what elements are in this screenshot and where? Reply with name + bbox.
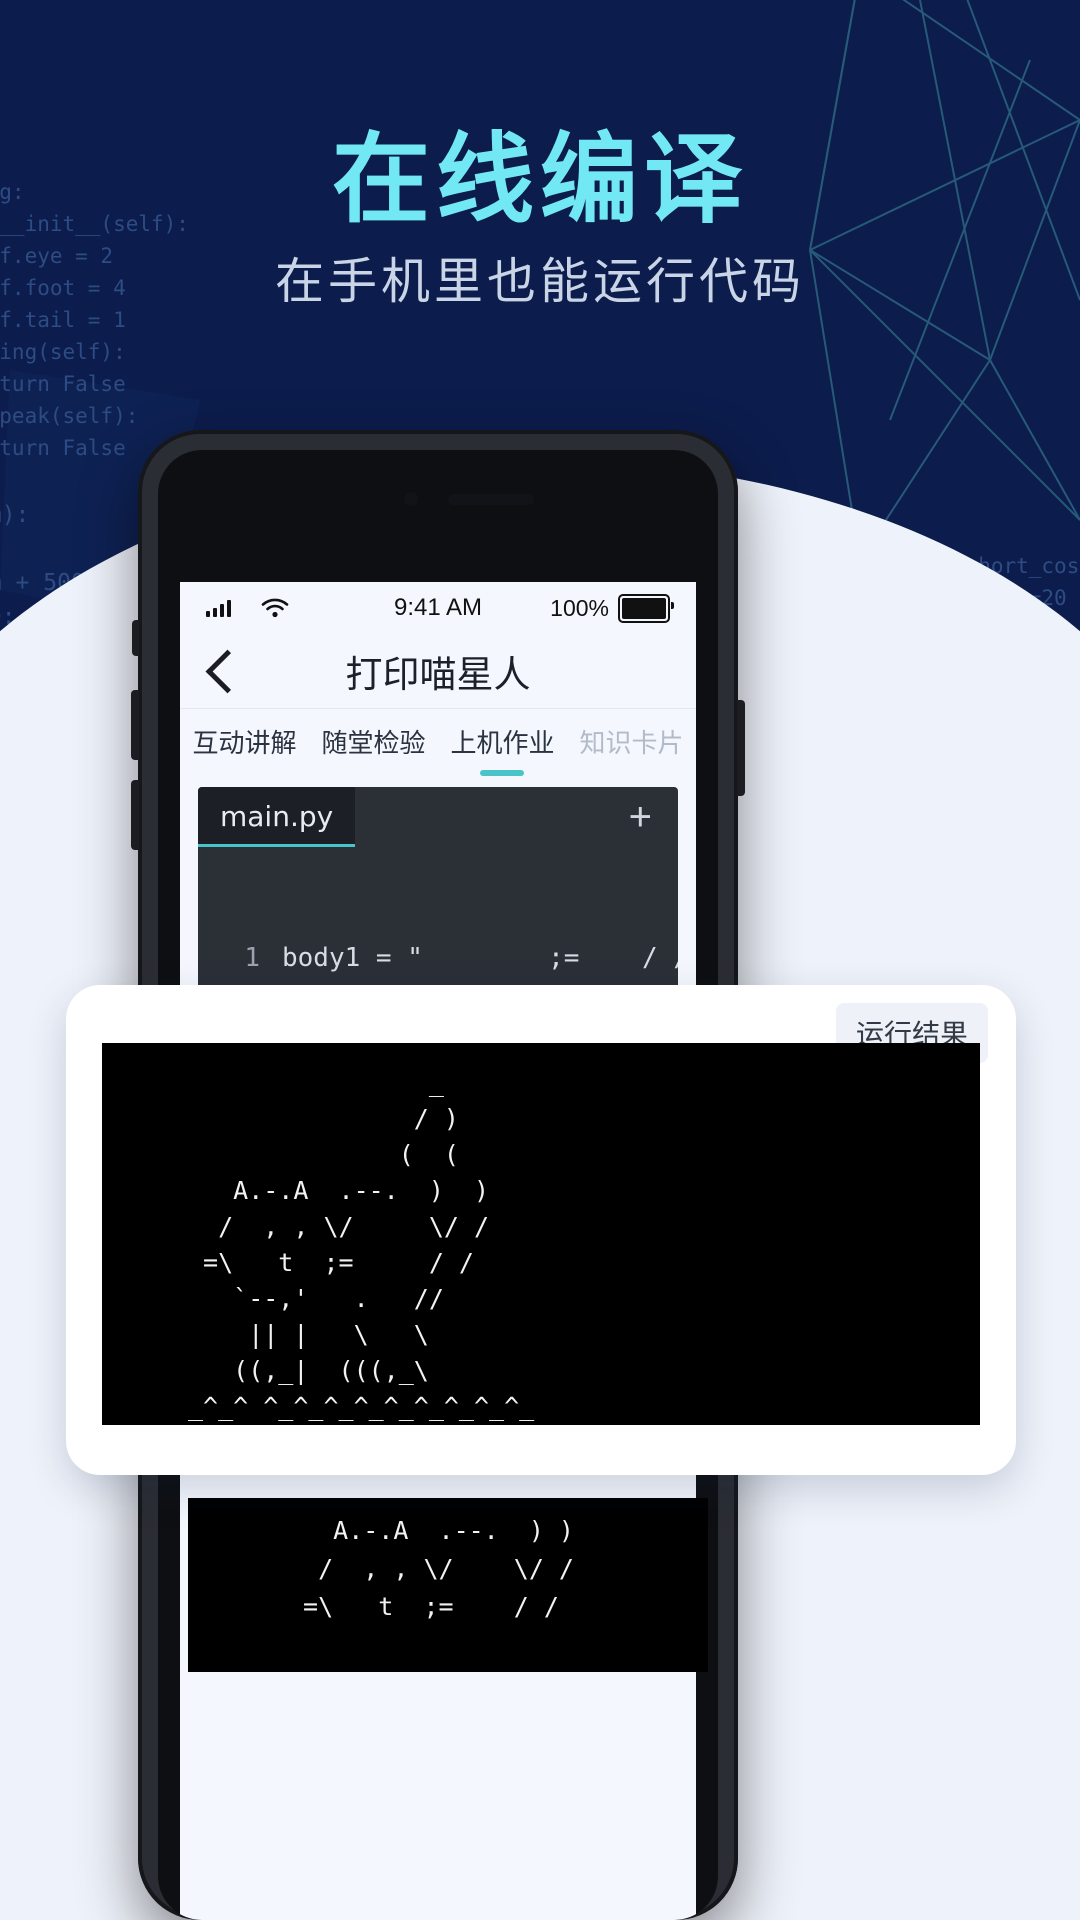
phone-volume-up-button	[131, 690, 139, 760]
page-title: 打印喵星人	[345, 653, 531, 696]
editor-tab-row: main.py +	[198, 787, 678, 849]
line-text: body1 = " ;= / /=\ t"	[282, 943, 678, 973]
tab-quiz[interactable]: 随堂检验	[321, 723, 425, 766]
battery-full-icon	[618, 593, 674, 623]
earpiece-speaker	[448, 494, 534, 505]
hero-subtitle: 在手机里也能运行代码	[274, 253, 805, 310]
battery-percent-label: 100%	[550, 594, 609, 621]
phone-mute-switch	[132, 620, 139, 656]
hero-title: 在线编译	[331, 123, 748, 237]
output-console-secondary: A.-.A .--. ) ) / , , \/ \/ / =\ t ;= / /	[188, 1498, 708, 1672]
plus-icon[interactable]: +	[629, 787, 678, 837]
tab-knowledge-cards[interactable]: 知识卡片	[579, 723, 683, 766]
app-nav-bar: 打印喵星人	[180, 634, 696, 709]
front-camera-icon	[404, 492, 418, 506]
phone-power-button	[737, 700, 745, 796]
code-line: 1 body1 = " ;= / /=\ t"	[198, 939, 678, 978]
status-bar-right: 100%	[550, 593, 674, 623]
tab-interactive-lesson[interactable]: 互动讲解	[192, 723, 296, 766]
output-console: _ / ) ( ( A.-.A .--. ) ) / , , \/ \/ / =…	[102, 1043, 980, 1425]
tab-lab-assignment[interactable]: 上机作业	[450, 723, 554, 766]
status-bar: 9:41 AM 100%	[180, 582, 696, 634]
line-number: 1	[244, 943, 260, 973]
run-result-card: 运行结果 _ / ) ( ( A.-.A .--. ) ) / , , \/ \…	[66, 985, 1016, 1475]
tab-bar: 互动讲解 随堂检验 上机作业 知识卡片	[180, 709, 696, 779]
editor-file-tab[interactable]: main.py	[198, 787, 356, 847]
phone-volume-down-button	[131, 780, 139, 850]
